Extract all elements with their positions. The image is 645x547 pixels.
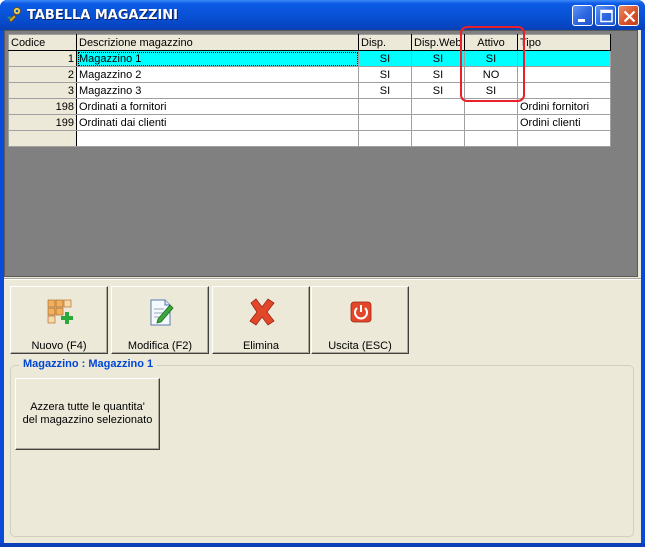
edit-button-label: Modifica (F2) — [127, 340, 193, 352]
app-icon — [7, 7, 21, 23]
new-record-icon — [47, 299, 73, 324]
cell-disp-web[interactable] — [411, 98, 465, 115]
table-row[interactable]: 1 Magazzino 1 SI SI SI — [8, 50, 611, 67]
cell-disp-web[interactable]: SI — [411, 66, 465, 83]
column-header-attivo[interactable]: Attivo — [464, 34, 518, 51]
table-row-empty[interactable] — [8, 130, 611, 147]
window-bottom-border — [0, 543, 645, 547]
cell-tipo[interactable] — [517, 66, 611, 83]
cell-attivo-empty[interactable] — [464, 130, 518, 147]
window-title: TABELLA MAGAZZINI — [27, 8, 178, 23]
cell-descrizione[interactable]: Ordinati dai clienti — [76, 114, 359, 131]
column-header-tipo[interactable]: Tipo — [517, 34, 611, 51]
cell-disp[interactable] — [358, 98, 412, 115]
exit-button-label: Uscita (ESC) — [328, 340, 392, 352]
cell-tipo[interactable] — [517, 82, 611, 99]
reset-quantities-button[interactable]: Azzera tutte le quantita' del magazzino … — [15, 378, 160, 450]
table-row[interactable]: 2 Magazzino 2 SI SI NO — [8, 66, 611, 83]
cell-tipo[interactable] — [517, 50, 611, 67]
cell-descrizione-empty[interactable] — [76, 130, 359, 147]
edit-button[interactable]: Modifica (F2) — [111, 286, 209, 354]
new-button[interactable]: Nuovo (F4) — [10, 286, 108, 354]
cell-disp-web[interactable] — [411, 114, 465, 131]
cell-disp[interactable]: SI — [358, 66, 412, 83]
cell-descrizione[interactable]: Magazzino 3 — [76, 82, 359, 99]
cell-attivo[interactable] — [464, 114, 518, 131]
column-header-codice[interactable]: Codice — [8, 34, 77, 51]
warehouse-groupbox: Magazzino : Magazzino 1 Azzera tutte le … — [10, 358, 634, 537]
delete-x-icon — [249, 298, 275, 326]
column-header-descrizione[interactable]: Descrizione magazzino — [76, 34, 359, 51]
cell-codice-empty[interactable] — [8, 130, 77, 147]
cell-descrizione[interactable]: Magazzino 1 — [76, 50, 359, 67]
cell-disp[interactable]: SI — [358, 50, 412, 67]
app-window: TABELLA MAGAZZINI Codice Descrizione mag… — [0, 0, 645, 547]
client-area: Codice Descrizione magazzino Disp. Disp.… — [4, 26, 641, 543]
cell-codice[interactable]: 199 — [8, 114, 77, 131]
exit-button[interactable]: Uscita (ESC) — [311, 286, 409, 354]
minimize-button[interactable] — [572, 5, 593, 26]
warehouse-grid-area: Codice Descrizione magazzino Disp. Disp.… — [4, 26, 638, 277]
table-row[interactable]: 199 Ordinati dai clienti Ordini clienti — [8, 114, 611, 131]
cell-disp-web[interactable]: SI — [411, 82, 465, 99]
table-row[interactable]: 3 Magazzino 3 SI SI SI — [8, 82, 611, 99]
cell-disp-empty[interactable] — [358, 130, 412, 147]
power-exit-icon — [350, 301, 372, 323]
close-button[interactable] — [618, 5, 639, 26]
cell-attivo[interactable] — [464, 98, 518, 115]
cell-descrizione[interactable]: Ordinati a fornitori — [76, 98, 359, 115]
close-icon — [623, 10, 636, 23]
groupbox-title: Magazzino : Magazzino 1 — [19, 358, 158, 370]
column-header-disp-web[interactable]: Disp.Web — [411, 34, 465, 51]
cell-attivo[interactable]: SI — [464, 50, 518, 67]
new-button-label: Nuovo (F4) — [31, 340, 87, 352]
reset-quantities-label: Azzera tutte le quantita' del magazzino … — [22, 401, 153, 426]
delete-button-label: Elimina — [242, 340, 280, 352]
delete-button[interactable]: Elimina — [212, 286, 310, 354]
cell-disp[interactable]: SI — [358, 82, 412, 99]
cell-descrizione[interactable]: Magazzino 2 — [76, 66, 359, 83]
maximize-icon — [600, 9, 613, 23]
title-bar[interactable]: TABELLA MAGAZZINI — [0, 0, 645, 30]
column-header-disp[interactable]: Disp. — [358, 34, 412, 51]
cell-disp[interactable] — [358, 114, 412, 131]
edit-document-icon — [150, 299, 174, 326]
cell-tipo-empty[interactable] — [517, 130, 611, 147]
warehouse-table[interactable]: Codice Descrizione magazzino Disp. Disp.… — [8, 34, 611, 147]
cell-codice[interactable]: 1 — [8, 50, 77, 67]
cell-attivo[interactable]: SI — [464, 82, 518, 99]
separator — [4, 278, 641, 280]
table-header-row: Codice Descrizione magazzino Disp. Disp.… — [8, 34, 611, 51]
minimize-icon — [578, 19, 585, 22]
cell-disp-web[interactable]: SI — [411, 50, 465, 67]
cell-tipo[interactable]: Ordini fornitori — [517, 98, 611, 115]
cell-codice[interactable]: 3 — [8, 82, 77, 99]
cell-disp-web-empty[interactable] — [411, 130, 465, 147]
cell-tipo[interactable]: Ordini clienti — [517, 114, 611, 131]
table-row[interactable]: 198 Ordinati a fornitori Ordini fornitor… — [8, 98, 611, 115]
cell-codice[interactable]: 2 — [8, 66, 77, 83]
cell-codice[interactable]: 198 — [8, 98, 77, 115]
maximize-button[interactable] — [595, 5, 616, 26]
cell-attivo[interactable]: NO — [464, 66, 518, 83]
